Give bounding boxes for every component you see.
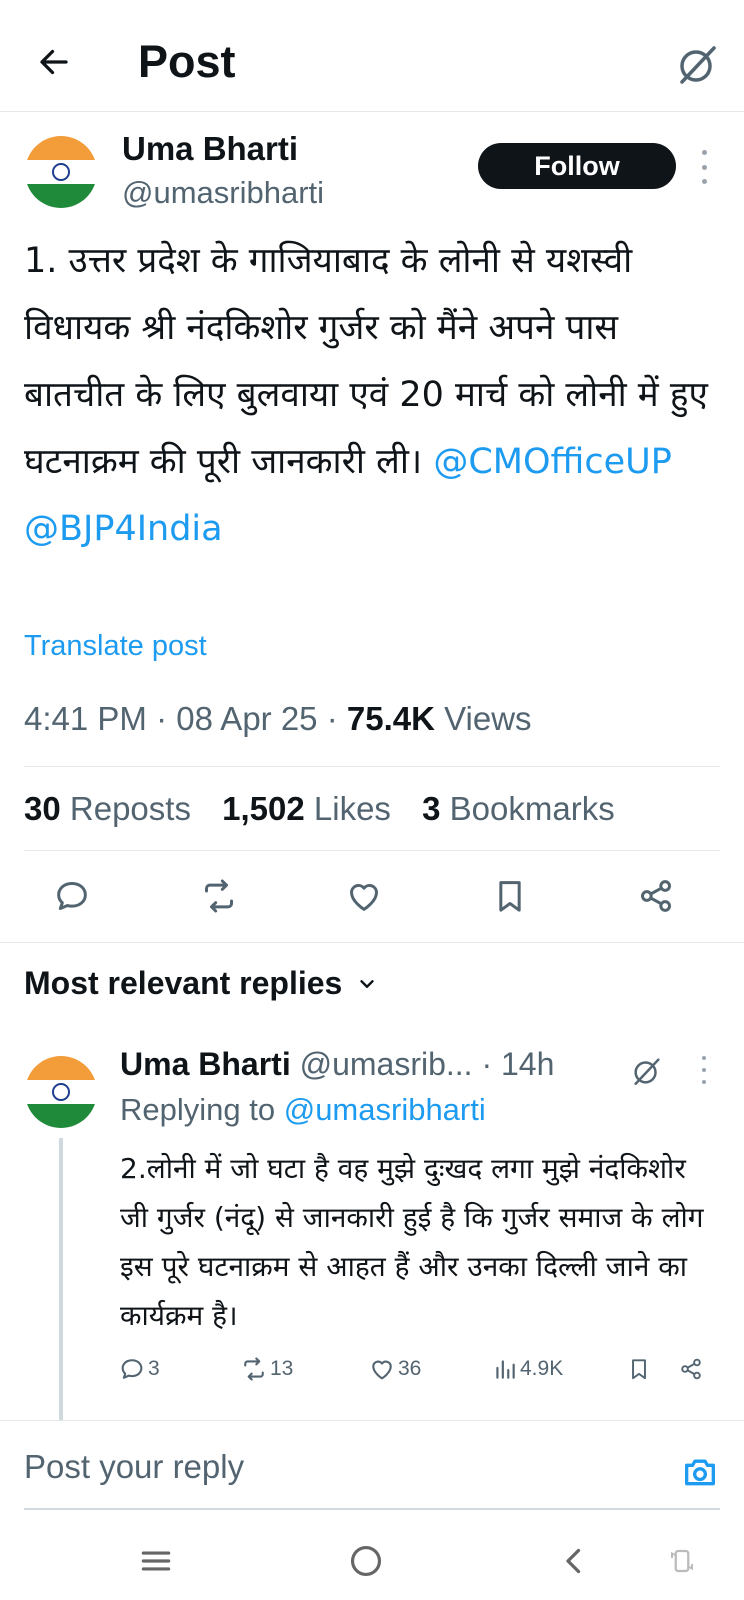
reply-bookmark-button[interactable] bbox=[626, 1352, 652, 1386]
divider bbox=[24, 766, 720, 767]
reply-input-underline bbox=[24, 1508, 720, 1510]
share-icon bbox=[681, 1358, 701, 1380]
views-count: 75.4K bbox=[346, 700, 435, 737]
camera-icon bbox=[685, 1459, 715, 1486]
bookmark-button[interactable] bbox=[486, 872, 534, 920]
recent-apps-button[interactable] bbox=[130, 1535, 182, 1587]
post-meta: 4:41 PM · 08 Apr 25 · 75.4K Views bbox=[24, 700, 532, 737]
reposts-label: Reposts bbox=[69, 790, 191, 827]
reply-author-handle[interactable]: @umasrib... bbox=[300, 1046, 473, 1082]
replying-to-handle[interactable]: @umasribharti bbox=[284, 1092, 486, 1127]
grok-icon bbox=[634, 1058, 660, 1085]
divider bbox=[0, 942, 744, 943]
author-name[interactable]: Uma Bharti bbox=[122, 130, 298, 168]
like-button[interactable] bbox=[340, 872, 388, 920]
analytics-icon bbox=[496, 1360, 515, 1379]
chevron-down-icon bbox=[360, 979, 375, 988]
repost-button[interactable] bbox=[195, 872, 243, 920]
translate-post-link[interactable]: Translate post bbox=[24, 630, 207, 663]
replies-sort-dropdown[interactable]: Most relevant replies bbox=[24, 965, 378, 1002]
replying-to: Replying to @umasribharti bbox=[120, 1092, 486, 1128]
reply-header: Uma Bharti @umasrib... · 14h bbox=[120, 1046, 554, 1083]
india-flag-avatar-image bbox=[25, 1056, 97, 1128]
back-nav-button[interactable] bbox=[548, 1535, 600, 1587]
likes-stat[interactable]: 1,502 Likes bbox=[222, 790, 391, 827]
likes-count: 1,502 bbox=[222, 790, 305, 827]
rotate-screen-icon bbox=[671, 1549, 693, 1573]
bookmarks-stat[interactable]: 3 Bookmarks bbox=[422, 790, 615, 827]
reply-repost-button[interactable]: 13 bbox=[240, 1352, 293, 1386]
reply-grok-button[interactable] bbox=[630, 1054, 664, 1088]
author-avatar[interactable] bbox=[25, 136, 97, 208]
heart-icon bbox=[372, 1360, 392, 1380]
replying-to-label: Replying to bbox=[120, 1092, 276, 1127]
bookmarks-count: 3 bbox=[422, 790, 441, 827]
menu-lines-icon bbox=[141, 1551, 171, 1571]
india-flag-avatar-image bbox=[25, 136, 97, 208]
arrow-left-icon bbox=[40, 49, 68, 75]
mention-link[interactable]: @BJP4India bbox=[24, 509, 223, 549]
bookmark-icon bbox=[632, 1359, 646, 1380]
camera-button[interactable] bbox=[680, 1452, 720, 1492]
heart-icon bbox=[350, 884, 378, 911]
reply-button[interactable] bbox=[48, 872, 96, 920]
share-button[interactable] bbox=[632, 872, 680, 920]
reply-repost-count: 13 bbox=[270, 1357, 294, 1380]
reply-more-options-icon[interactable] bbox=[698, 1056, 710, 1084]
home-circle-icon bbox=[350, 1545, 382, 1577]
repost-icon bbox=[205, 879, 233, 913]
reply-view-count: 4.9K bbox=[520, 1357, 564, 1380]
reply-share-button[interactable] bbox=[678, 1352, 704, 1386]
reposts-count: 30 bbox=[24, 790, 61, 827]
rotate-button[interactable] bbox=[656, 1535, 708, 1587]
author-handle[interactable]: @umasribharti bbox=[122, 175, 324, 211]
post-time: 4:41 PM bbox=[24, 700, 147, 737]
chevron-left-icon bbox=[566, 1548, 581, 1574]
reply-text: 2.लोनी में जो घटा है वह मुझे दुःखद लगा म… bbox=[120, 1152, 704, 1332]
grok-button[interactable] bbox=[674, 40, 722, 88]
top-app-bar bbox=[0, 0, 744, 112]
reply-reply-button[interactable]: 3 bbox=[118, 1352, 160, 1386]
mention-link[interactable]: @CMOfficeUP bbox=[433, 442, 672, 482]
reply-icon bbox=[57, 882, 87, 910]
views-label: Views bbox=[444, 700, 532, 737]
share-icon bbox=[641, 880, 671, 912]
post-text: 1. उत्तर प्रदेश के गाजियाबाद के लोनी से … bbox=[24, 228, 714, 563]
post-date: 08 Apr 25 bbox=[176, 700, 318, 737]
divider bbox=[0, 1420, 744, 1421]
reply-icon bbox=[121, 1359, 143, 1379]
grok-icon bbox=[680, 46, 716, 84]
reply-like-button[interactable]: 36 bbox=[368, 1352, 421, 1386]
back-button[interactable] bbox=[30, 38, 78, 86]
reply-author-name[interactable]: Uma Bharti bbox=[120, 1046, 291, 1082]
thread-line bbox=[59, 1138, 63, 1420]
reply-like-count: 36 bbox=[398, 1357, 422, 1380]
repost-icon bbox=[244, 1357, 264, 1381]
bookmarks-label: Bookmarks bbox=[449, 790, 615, 827]
reposts-stat[interactable]: 30 Reposts bbox=[24, 790, 191, 827]
replies-sort-label: Most relevant replies bbox=[24, 965, 343, 1001]
bookmark-icon bbox=[499, 881, 521, 912]
home-button[interactable] bbox=[340, 1535, 392, 1587]
more-options-icon[interactable] bbox=[696, 150, 712, 184]
reply-time: · 14h bbox=[481, 1046, 555, 1082]
divider bbox=[24, 850, 720, 851]
page-title: Post bbox=[138, 36, 236, 87]
reply-views-button[interactable]: 4.9K bbox=[492, 1352, 563, 1386]
reply-reply-count: 3 bbox=[148, 1357, 160, 1380]
follow-button[interactable]: Follow bbox=[478, 143, 676, 189]
reply-avatar[interactable] bbox=[25, 1056, 97, 1128]
reply-input[interactable]: Post your reply bbox=[24, 1448, 244, 1486]
engagement-stats: 30 Reposts 1,502 Likes 3 Bookmarks bbox=[24, 790, 615, 828]
likes-label: Likes bbox=[313, 790, 391, 827]
